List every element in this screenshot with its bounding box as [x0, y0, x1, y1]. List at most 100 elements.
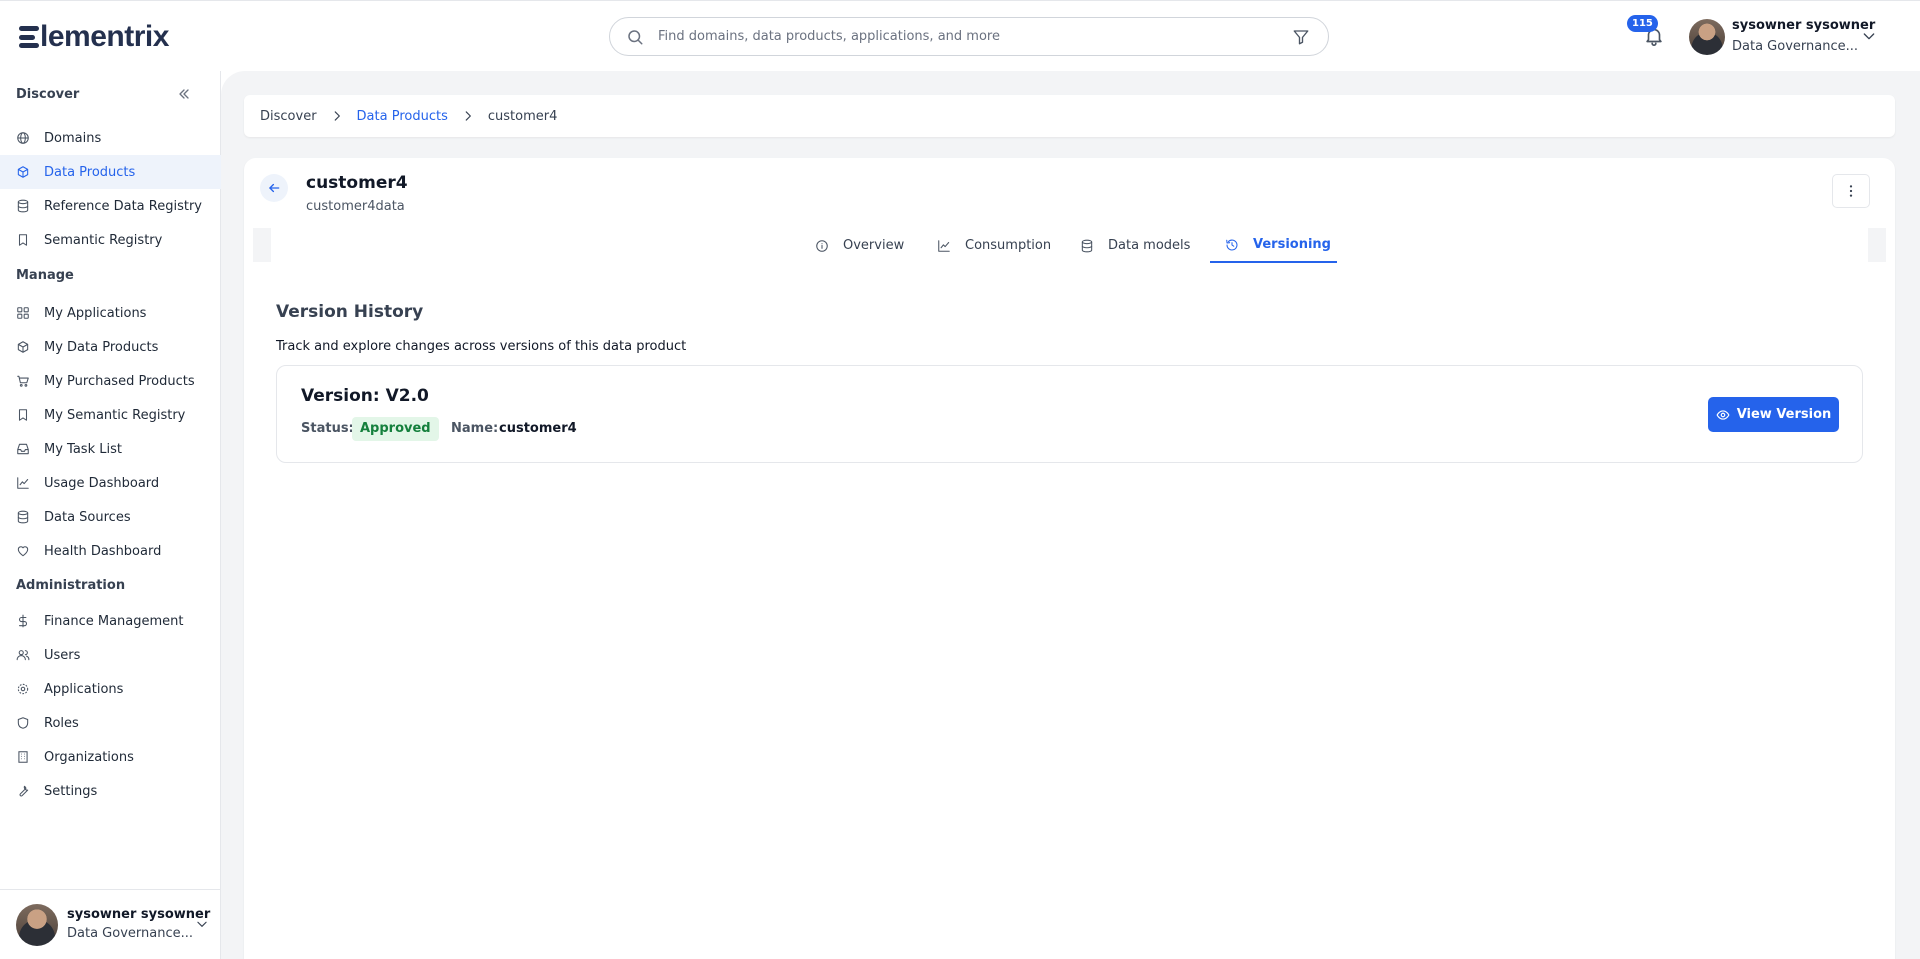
filter-icon[interactable] [1292, 28, 1310, 46]
tab-label: Data models [1108, 238, 1191, 253]
sidebar-item-data-sources[interactable]: Data Sources [0, 500, 221, 534]
building-icon [18, 751, 28, 763]
sidebar-section-discover: Discover [16, 87, 80, 102]
tab-overview[interactable]: Overview [815, 228, 904, 263]
avatar[interactable] [1689, 19, 1725, 55]
sidebar-item-domains[interactable]: Domains [0, 121, 221, 155]
sidebar-item-label: Reference Data Registry [44, 198, 202, 214]
sidebar-item-reference-data-registry[interactable]: Reference Data Registry [0, 189, 221, 223]
sidebar-item-label: My Semantic Registry [44, 407, 186, 423]
sidebar-item-my-purchased-products[interactable]: My Purchased Products [0, 364, 221, 398]
chart-line-icon [938, 239, 950, 252]
status-label: Status: [301, 421, 354, 436]
view-version-label: View Version [1736, 407, 1832, 422]
tab-consumption[interactable]: Consumption [937, 228, 1051, 263]
sidebar-item-settings[interactable]: Settings [0, 774, 221, 808]
tab-scroll-left[interactable] [253, 228, 271, 262]
chevron-right-icon [465, 111, 471, 121]
sidebar-section-manage: Manage [16, 268, 74, 283]
search-input[interactable] [658, 29, 1292, 44]
tab-label: Versioning [1253, 237, 1331, 252]
version-name: customer4 [499, 421, 577, 436]
sidebar-item-my-applications[interactable]: My Applications [0, 296, 221, 330]
tab-data-models[interactable]: Data models [1080, 228, 1190, 263]
sidebar-item-users[interactable]: Users [0, 638, 221, 672]
user-name: sysowner sysowner [67, 907, 211, 922]
more-vertical-icon [1849, 185, 1853, 197]
version-card: Version: V2.0 Status: Approved Name: cus… [276, 365, 1863, 463]
name-label: Name: [451, 421, 499, 436]
notification-count-badge: 115 [1627, 15, 1658, 32]
sidebar-item-roles[interactable]: Roles [0, 706, 221, 740]
page-subtitle: customer4data [306, 199, 405, 214]
bookmark-icon [18, 409, 28, 421]
section-description: Track and explore changes across version… [276, 339, 687, 354]
more-options-button[interactable] [1832, 174, 1870, 208]
sidebar-item-my-task-list[interactable]: My Task List [0, 432, 221, 466]
cog-icon [17, 683, 29, 695]
avatar [16, 904, 58, 946]
breadcrumb: Discover Data Products customer4 [244, 95, 1895, 137]
sidebar-item-label: Organizations [44, 749, 134, 765]
bookmark-icon [18, 234, 28, 246]
wrench-icon [19, 785, 29, 797]
breadcrumb-item-discover[interactable]: Discover [260, 109, 317, 124]
tab-label: Consumption [965, 238, 1052, 253]
sidebar-item-data-products[interactable]: Data Products [0, 155, 221, 189]
tab-versioning[interactable]: Versioning [1210, 228, 1337, 263]
tab-bar: Overview Consumption Data models Version… [253, 228, 1886, 263]
version-title: Version: V2.0 [301, 386, 429, 406]
sidebar-item-applications[interactable]: Applications [0, 672, 221, 706]
sidebar-item-usage-dashboard[interactable]: Usage Dashboard [0, 466, 221, 500]
sidebar-item-health-dashboard[interactable]: Health Dashboard [0, 534, 221, 568]
sidebar-item-label: Domains [44, 130, 102, 146]
sidebar-section-administration: Administration [16, 578, 126, 593]
user-name: sysowner sysowner [1732, 18, 1876, 33]
sidebar-item-label: Data Products [44, 164, 136, 180]
sidebar-item-organizations[interactable]: Organizations [0, 740, 221, 774]
sidebar-item-label: Applications [44, 681, 124, 697]
sidebar-item-label: Users [44, 647, 81, 663]
sidebar-item-finance-management[interactable]: Finance Management [0, 604, 221, 638]
page-title: customer4 [306, 173, 408, 193]
sidebar-item-my-data-products[interactable]: My Data Products [0, 330, 221, 364]
sidebar-item-label: Roles [44, 715, 79, 731]
sidebar-user-profile[interactable]: sysowner sysowner Data Governance... [0, 889, 221, 959]
sidebar-item-label: Usage Dashboard [44, 475, 160, 491]
cube-icon [17, 341, 29, 353]
logo-text: lementrix [40, 20, 169, 53]
chart-line-icon [17, 477, 29, 489]
back-button[interactable] [260, 174, 288, 202]
globe-icon [17, 132, 29, 144]
breadcrumb-item-current: customer4 [487, 108, 558, 124]
sidebar-item-label: Settings [44, 783, 98, 799]
chevron-down-icon[interactable] [1861, 28, 1877, 44]
inbox-icon [17, 443, 29, 455]
dollar-icon [18, 614, 28, 628]
chevron-down-icon[interactable] [195, 917, 209, 931]
grid-icon [17, 307, 29, 319]
eye-icon [1716, 409, 1730, 420]
view-version-button[interactable]: View Version [1708, 397, 1839, 432]
sidebar: Discover Domains Data Products Reference… [0, 71, 221, 959]
shield-icon [17, 717, 29, 729]
sidebar-item-label: Semantic Registry [44, 232, 163, 248]
cube-icon [17, 166, 29, 178]
global-search [609, 17, 1329, 56]
database-icon [17, 199, 29, 213]
status-badge: Approved [352, 417, 439, 441]
tab-label: Overview [843, 238, 905, 253]
product-detail-card: customer4 customer4data Overview Consump… [244, 158, 1895, 959]
sidebar-item-label: My Purchased Products [44, 373, 195, 389]
collapse-sidebar-icon[interactable] [176, 86, 192, 102]
tab-scroll-right[interactable] [1868, 228, 1886, 262]
user-role: Data Governance... [67, 926, 193, 941]
sidebar-item-my-semantic-registry[interactable]: My Semantic Registry [0, 398, 221, 432]
logo[interactable]: lementrix [19, 20, 169, 54]
cart-icon [17, 375, 29, 387]
history-icon [1226, 239, 1238, 250]
sidebar-item-semantic-registry[interactable]: Semantic Registry [0, 223, 221, 257]
breadcrumb-item-data-products[interactable]: Data Products [357, 109, 448, 124]
section-title: Version History [276, 302, 424, 322]
sidebar-item-label: My Task List [44, 441, 122, 457]
